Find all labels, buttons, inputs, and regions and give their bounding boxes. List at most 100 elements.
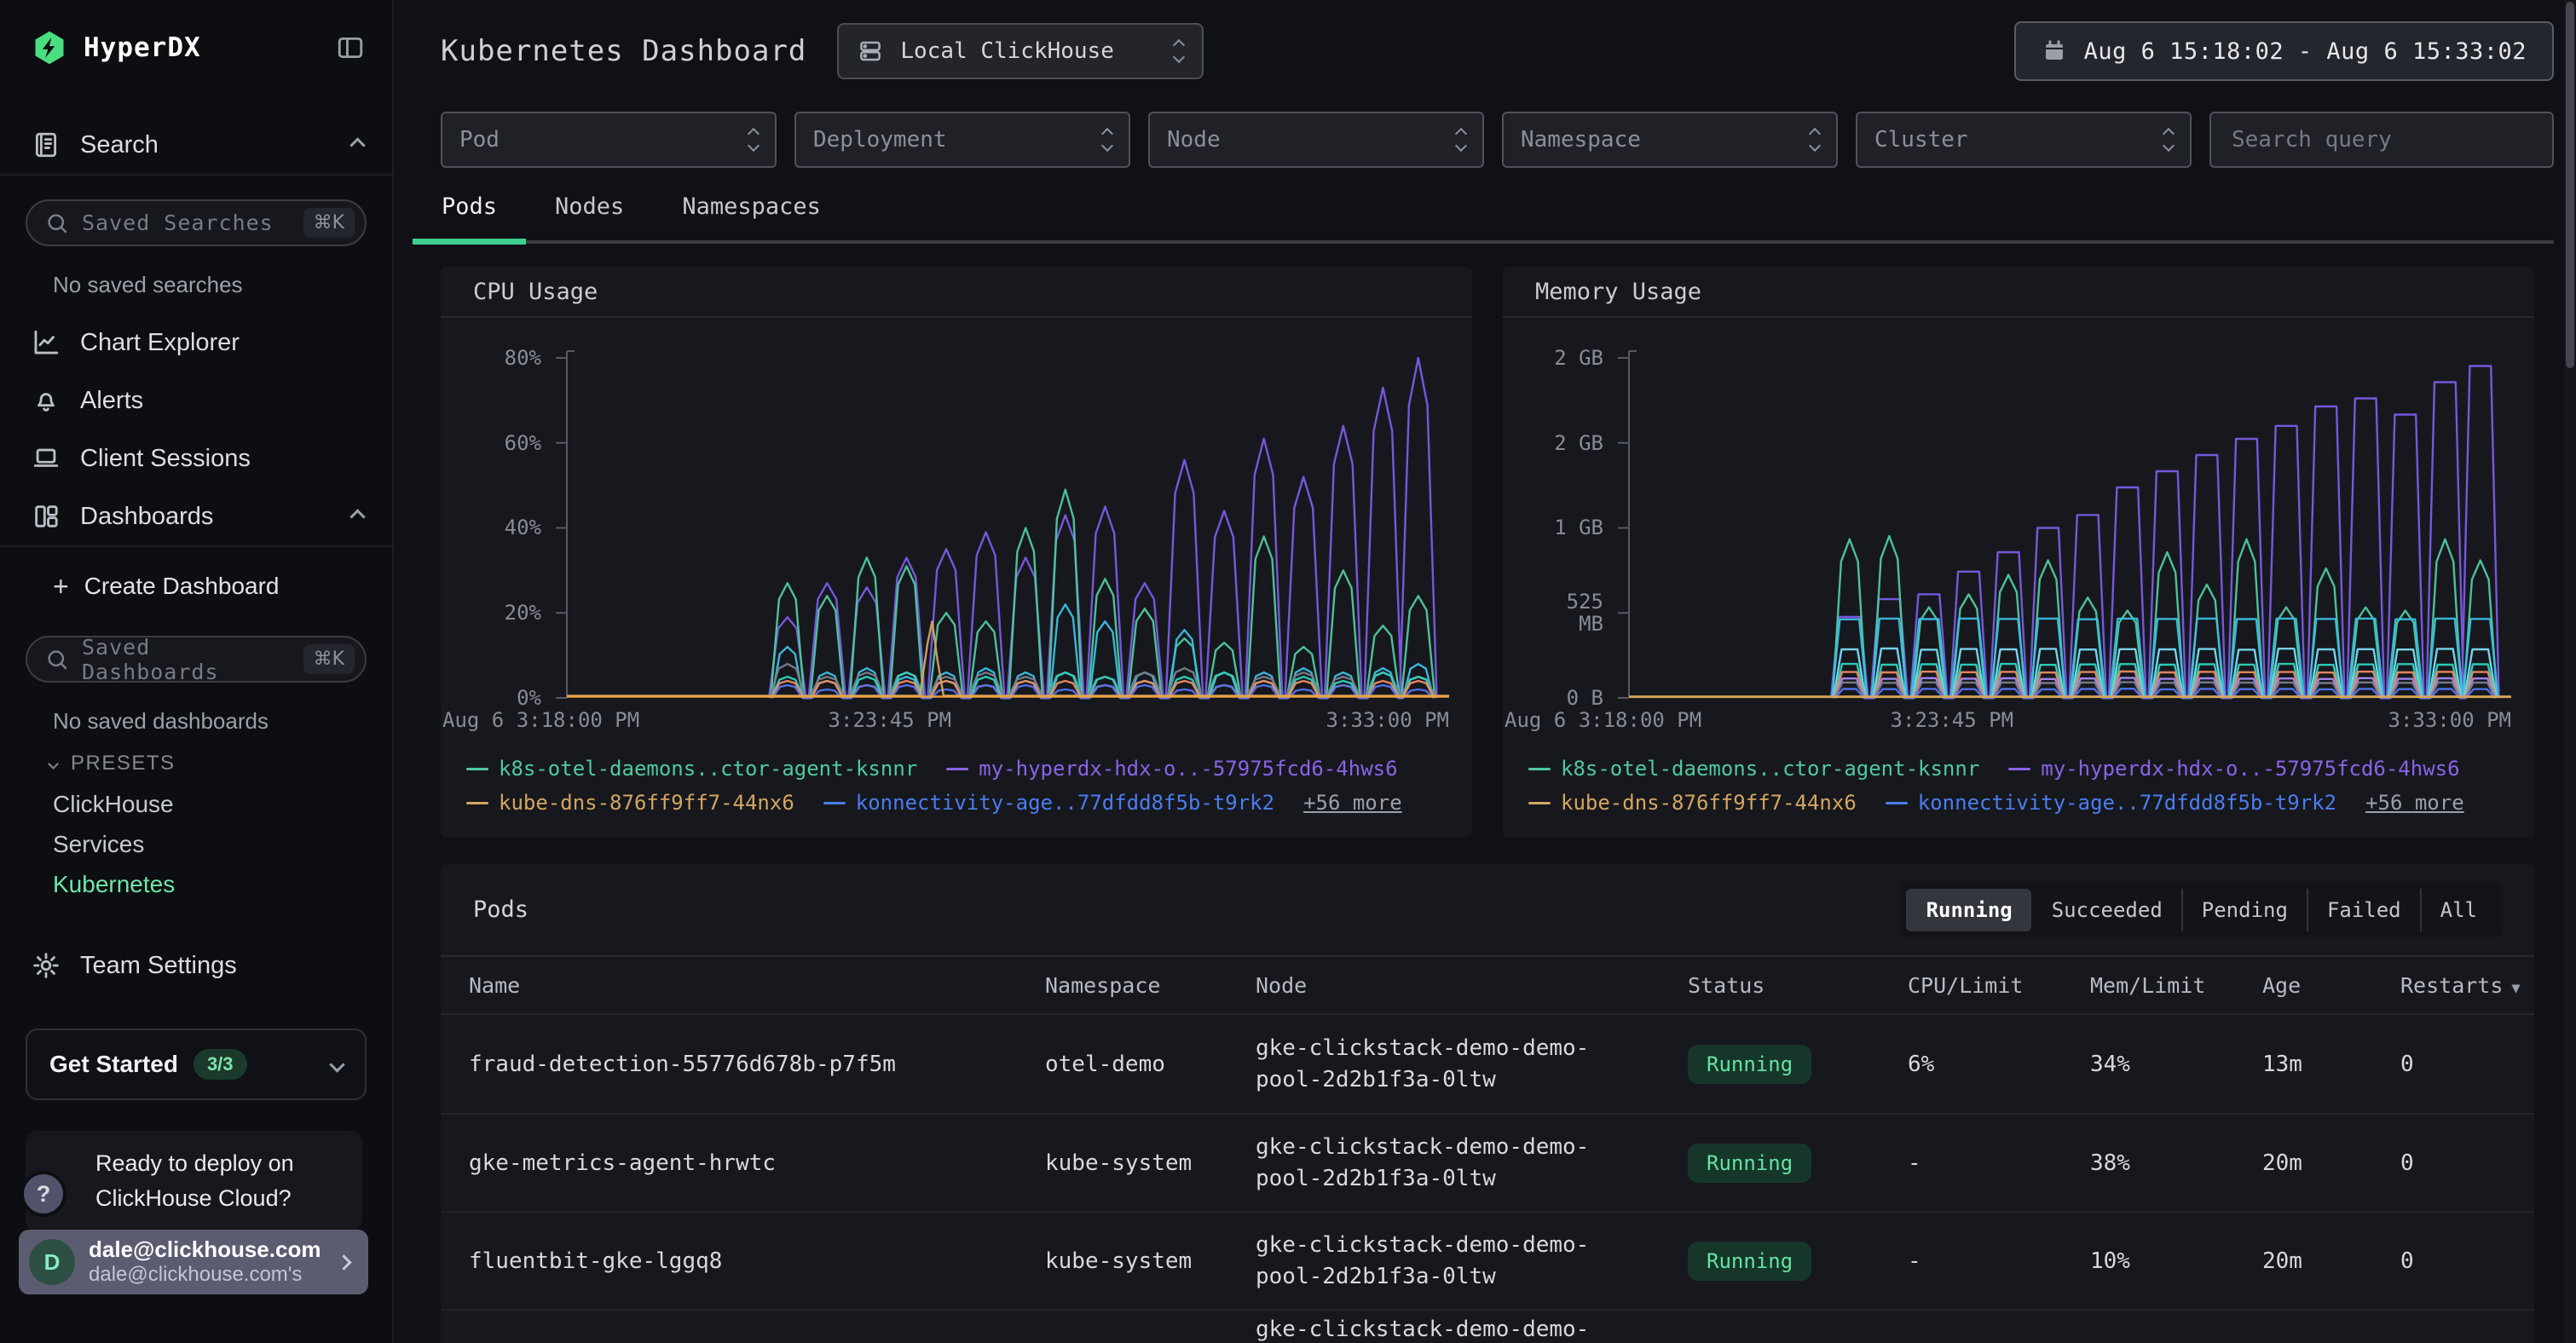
table-row[interactable]: gke-metrics-agent-hrwtckube-systemgke-cl… bbox=[441, 1113, 2534, 1211]
column-header-namespace[interactable]: Namespace bbox=[1045, 973, 1256, 998]
user-menu[interactable]: D dale@clickhouse.com dale@clickhouse.co… bbox=[19, 1230, 368, 1294]
column-header-age[interactable]: Age bbox=[2262, 973, 2400, 998]
user-team: dale@clickhouse.com's bbox=[89, 1262, 325, 1288]
y-axis-labels: 0%20%40%60%80% bbox=[441, 348, 541, 700]
preset-clickhouse[interactable]: ClickHouse bbox=[0, 784, 392, 824]
cell-restarts: 0 bbox=[2400, 1150, 2506, 1176]
filter-node[interactable]: Node bbox=[1148, 112, 1484, 168]
get-started-card[interactable]: Get Started 3/3 bbox=[26, 1029, 367, 1100]
cell-cpu: - bbox=[1908, 1248, 2090, 1274]
legend-item: my-hyperdx-hdx-o..-57975fcd6-4hws6 bbox=[946, 756, 1397, 781]
status-badge: Running bbox=[1688, 1045, 1811, 1084]
cell-node: gke-clickstack-demo-demo- bbox=[1256, 1314, 1688, 1343]
memory-usage-panel: Memory Usage 0 B525 MB1 GB2 GB2 GB Aug 6… bbox=[1503, 267, 2534, 838]
status-filter-succeeded[interactable]: Succeeded bbox=[2031, 889, 2181, 931]
legend-item: k8s-otel-daemons..ctor-agent-ksnnr bbox=[1528, 756, 1979, 781]
divider bbox=[0, 545, 392, 547]
legend-item: konnectivity-age..77dfdd8f5b-t9rk2 bbox=[1886, 790, 2336, 816]
column-header-name[interactable]: Name bbox=[469, 973, 1045, 998]
column-header-mem[interactable]: Mem/Limit bbox=[2090, 973, 2262, 998]
sidebar-item-search[interactable]: Search bbox=[0, 116, 392, 174]
cell-status: Running bbox=[1688, 1242, 1908, 1281]
column-header-node[interactable]: Node bbox=[1256, 973, 1688, 998]
sidebar-collapse-icon[interactable] bbox=[336, 33, 365, 62]
scrollbar-thumb[interactable] bbox=[2566, 2, 2574, 368]
filter-namespace[interactable]: Namespace bbox=[1502, 112, 1838, 168]
pods-table-header: Name Namespace Node Status CPU/Limit Mem… bbox=[441, 957, 2534, 1015]
clickhouse-cloud-promo[interactable]: Ready to deploy on ClickHouse Cloud? bbox=[26, 1131, 362, 1231]
legend-more-link[interactable]: +56 more bbox=[1303, 790, 1402, 816]
saved-dashboards-input[interactable]: Saved Dashboards ⌘K bbox=[26, 636, 367, 683]
search-section-icon bbox=[31, 130, 61, 159]
saved-searches-placeholder: Saved Searches bbox=[82, 210, 292, 235]
legend-item: kube-dns-876ff9ff7-44nx6 bbox=[1528, 790, 1857, 816]
bell-icon bbox=[31, 386, 61, 415]
tab-nodes[interactable]: Nodes bbox=[526, 193, 653, 240]
sort-descending-icon: ▼ bbox=[2511, 980, 2520, 997]
table-row[interactable]: fraud-detection-55776d678b-p7f5motel-dem… bbox=[441, 1015, 2534, 1113]
sidebar-item-chart-explorer[interactable]: Chart Explorer bbox=[0, 314, 392, 372]
sidebar-item-client-sessions[interactable]: Client Sessions bbox=[0, 429, 392, 487]
saved-searches-input[interactable]: Saved Searches ⌘K bbox=[26, 199, 367, 246]
sidebar-item-alerts[interactable]: Alerts bbox=[0, 372, 392, 429]
chevron-up-icon bbox=[349, 137, 365, 153]
search-query-input[interactable] bbox=[2209, 112, 2554, 168]
legend-more-link[interactable]: +56 more bbox=[2365, 790, 2464, 816]
cell-status: Running bbox=[1688, 1045, 1908, 1084]
no-saved-dashboards-text: No saved dashboards bbox=[53, 708, 392, 735]
column-header-restarts[interactable]: Restarts▼ bbox=[2400, 973, 2521, 998]
chevron-down-icon bbox=[48, 758, 59, 769]
legend-item: konnectivity-age..77dfdd8f5b-t9rk2 bbox=[823, 790, 1274, 816]
no-saved-searches-text: No saved searches bbox=[53, 272, 392, 298]
status-filter-running[interactable]: Running bbox=[1906, 889, 2031, 931]
filter-bar: Pod Deployment Node Namespace Cluster bbox=[441, 112, 2554, 168]
cell-age: 13m bbox=[2262, 1052, 2400, 1077]
x-axis-labels: Aug 6 3:18:00 PM3:23:45 PM3:33:00 PM bbox=[567, 708, 1449, 737]
main-content: Kubernetes Dashboard Local ClickHouse Au… bbox=[394, 0, 2564, 1343]
filter-deployment[interactable]: Deployment bbox=[794, 112, 1130, 168]
status-filter-failed[interactable]: Failed bbox=[2307, 889, 2420, 931]
legend-item: my-hyperdx-hdx-o..-57975fcd6-4hws6 bbox=[2008, 756, 2459, 781]
sidebar-item-team-settings[interactable]: Team Settings bbox=[0, 937, 392, 994]
tab-namespaces[interactable]: Namespaces bbox=[653, 193, 850, 240]
status-filter-pending[interactable]: Pending bbox=[2181, 889, 2307, 931]
cell-namespace: otel-demo bbox=[1045, 1052, 1256, 1077]
user-email: dale@clickhouse.com bbox=[89, 1236, 325, 1262]
filter-pod[interactable]: Pod bbox=[441, 112, 777, 168]
database-icon bbox=[858, 38, 883, 64]
cell-node: gke-clickstack-demo-demo-pool-2d2b1f3a-0… bbox=[1256, 1230, 1688, 1293]
status-badge: Running bbox=[1688, 1144, 1811, 1183]
chart-legend: k8s-otel-daemons..ctor-agent-ksnnr my-hyp… bbox=[1528, 756, 2514, 816]
sidebar: HyperDX Search Saved Searches ⌘K No save… bbox=[0, 0, 394, 1343]
time-range-picker[interactable]: Aug 6 15:18:02 - Aug 6 15:33:02 bbox=[2014, 21, 2554, 81]
help-button[interactable]: ? bbox=[20, 1171, 66, 1217]
chart-title: Memory Usage bbox=[1503, 267, 2534, 318]
calendar-icon bbox=[2042, 38, 2067, 64]
charts-row: CPU Usage 0%20%40%60%80% Aug 6 3:18:00 P… bbox=[441, 267, 2554, 838]
tab-pods[interactable]: Pods bbox=[413, 193, 526, 240]
table-row[interactable]: gke-clickstack-demo-demo- bbox=[441, 1309, 2534, 1343]
source-select[interactable]: Local ClickHouse bbox=[837, 23, 1204, 79]
column-header-status[interactable]: Status bbox=[1688, 973, 1908, 998]
column-header-cpu[interactable]: CPU/Limit bbox=[1908, 973, 2090, 998]
cell-namespace: kube-system bbox=[1045, 1150, 1256, 1176]
progress-badge: 3/3 bbox=[193, 1049, 247, 1080]
x-axis-labels: Aug 6 3:18:00 PM3:23:45 PM3:33:00 PM bbox=[1629, 708, 2511, 737]
hyperdx-logo-icon bbox=[31, 29, 68, 66]
filter-cluster[interactable]: Cluster bbox=[1856, 112, 2192, 168]
cell-node: gke-clickstack-demo-demo-pool-2d2b1f3a-0… bbox=[1256, 1033, 1688, 1096]
pods-panel-title: Pods bbox=[473, 896, 1900, 923]
pods-table-body: fraud-detection-55776d678b-p7f5motel-dem… bbox=[441, 1015, 2534, 1343]
table-row[interactable]: fluentbit-gke-lggq8kube-systemgke-clicks… bbox=[441, 1211, 2534, 1309]
create-dashboard-button[interactable]: + Create Dashboard bbox=[0, 561, 392, 612]
preset-kubernetes[interactable]: Kubernetes bbox=[0, 864, 392, 904]
page-scrollbar[interactable] bbox=[2564, 0, 2576, 1343]
y-axis-labels: 0 B525 MB1 GB2 GB2 GB bbox=[1503, 348, 1603, 700]
preset-services[interactable]: Services bbox=[0, 824, 392, 864]
sidebar-item-dashboards[interactable]: Dashboards bbox=[0, 487, 392, 545]
presets-toggle[interactable]: PRESETS bbox=[0, 743, 392, 784]
status-filter-all[interactable]: All bbox=[2420, 889, 2496, 931]
cell-mem: 10% bbox=[2090, 1248, 2262, 1274]
cpu-usage-panel: CPU Usage 0%20%40%60%80% Aug 6 3:18:00 P… bbox=[441, 267, 1472, 838]
memory-usage-chart bbox=[1615, 348, 2511, 700]
